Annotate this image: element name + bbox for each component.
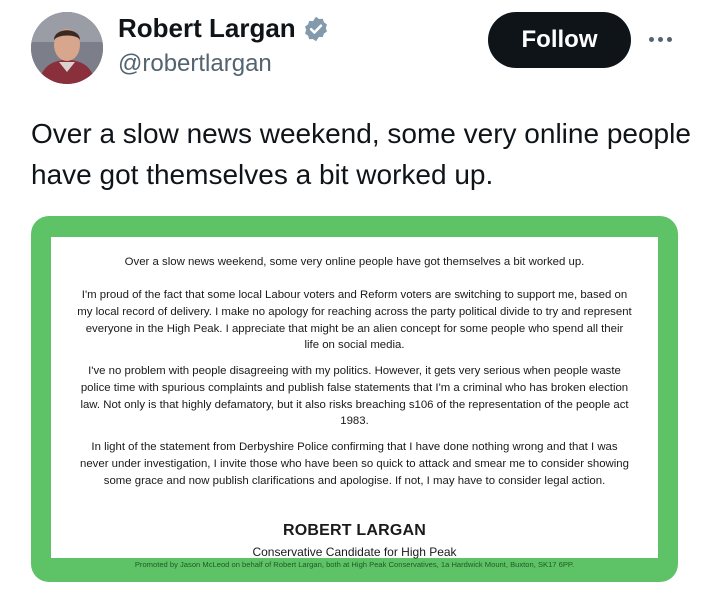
statement-paragraph: Over a slow news weekend, some very onli… [124, 256, 585, 268]
author-handle[interactable]: @robertlargan [118, 50, 272, 78]
statement-paragraph: I'm proud of the fact that some local La… [77, 289, 632, 352]
avatar-photo [31, 12, 103, 84]
dot [657, 36, 663, 42]
tweet-text: Over a slow news weekend, some very onli… [31, 118, 691, 190]
follow-button[interactable]: Follow [488, 12, 631, 68]
author-name-text: Robert Largan [118, 13, 296, 43]
imprint-text: Promoted by Jason McLeod on behalf of Ro… [134, 560, 575, 569]
signature-name: ROBERT LARGAN [282, 522, 427, 539]
dot [666, 36, 672, 42]
statement-paragraph: In light of the statement from Derbyshir… [80, 441, 629, 487]
signature-title: Conservative Candidate for High Peak [252, 545, 457, 559]
statement-document: Over a slow news weekend, some very onli… [51, 237, 658, 559]
more-horizontal-icon[interactable] [643, 22, 677, 56]
statement-paragraph: I've no problem with people disagreeing … [80, 365, 629, 428]
media-image[interactable]: Over a slow news weekend, some very onli… [31, 216, 678, 582]
verified-badge-icon [304, 16, 327, 41]
dot [648, 36, 654, 42]
author-name[interactable]: Robert Largan [118, 13, 330, 44]
avatar[interactable] [31, 12, 103, 84]
